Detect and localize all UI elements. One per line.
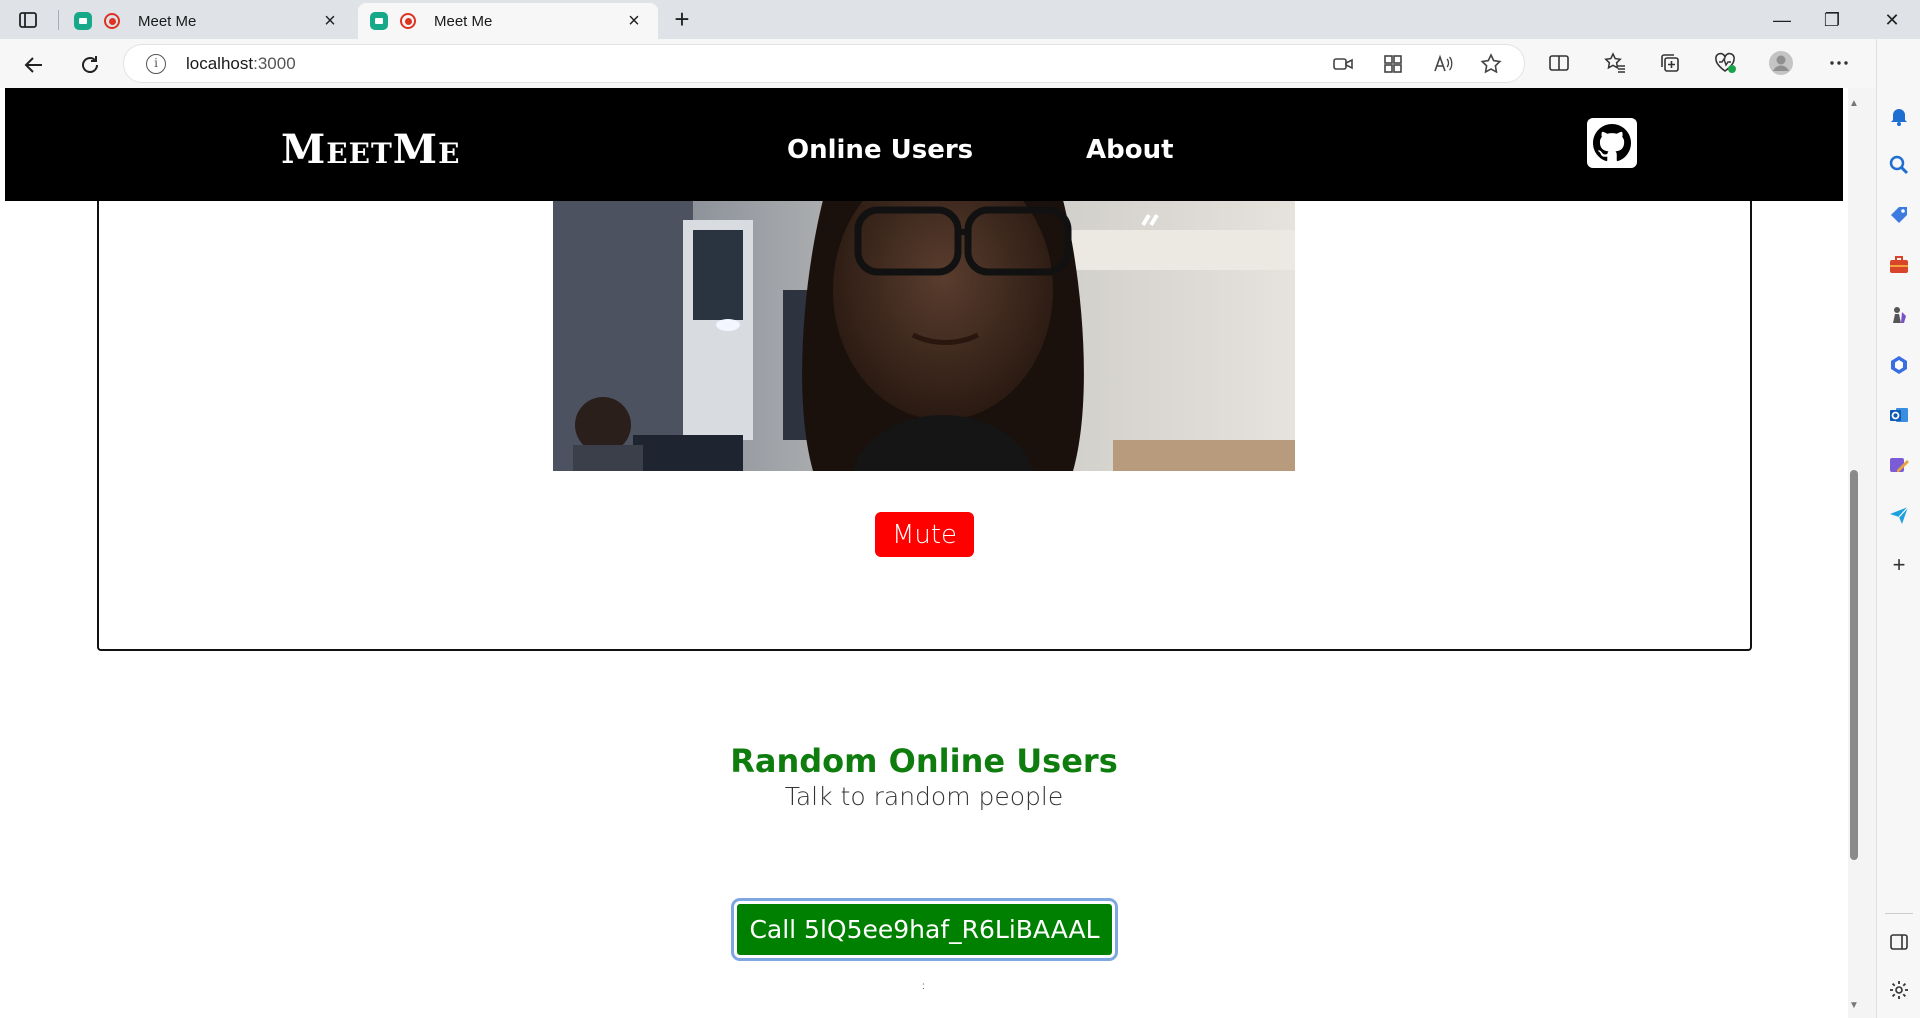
tab-meet-me-1[interactable]: Meet Me × [62,3,354,39]
scroll-up-icon[interactable]: ▲ [1849,98,1859,109]
site-navbar: MeetMe Online Users About [5,88,1843,201]
tab-title: Meet Me [434,12,493,30]
profile-icon[interactable] [1768,50,1794,76]
tab-separator [58,10,59,30]
url-text[interactable]: localhost:3000 [186,54,296,74]
local-video-feed [553,200,1295,471]
scroll-down-icon[interactable]: ▼ [1849,1000,1859,1011]
new-tab-button[interactable]: + [668,6,696,34]
settings-gear-icon[interactable] [1888,979,1910,1001]
browser-essentials-icon[interactable] [1712,50,1738,76]
footer-dot: : [922,981,925,992]
meet-app-favicon-icon [370,12,388,30]
restore-button[interactable]: ❐ [1812,6,1852,34]
add-sidebar-app-icon[interactable]: + [1888,554,1910,577]
read-aloud-icon[interactable] [1432,53,1454,75]
browser-window: Meet Me × Meet Me × + — ❐ ✕ i localhost:… [0,0,1920,1018]
microsoft-365-icon[interactable] [1888,354,1910,376]
shopping-tag-icon[interactable] [1888,204,1910,226]
sidebar-divider [1885,913,1913,914]
apps-icon[interactable] [1382,53,1404,75]
split-screen-icon[interactable] [1546,50,1572,76]
random-users-subtitle: Talk to random people [784,782,1064,811]
address-bar[interactable]: i localhost:3000 [124,45,1524,82]
designer-icon[interactable] [1888,454,1910,476]
nav-about[interactable]: About [1086,135,1174,165]
collections-icon[interactable] [1657,50,1683,76]
random-users-title: Random Online Users [730,742,1118,780]
search-icon[interactable] [1888,154,1910,176]
star-icon[interactable] [1480,53,1502,75]
url-port: :3000 [253,54,296,73]
browser-toolbar: i localhost:3000 [0,39,1920,88]
recording-icon [400,13,416,29]
tab-meet-me-2[interactable]: Meet Me × [358,3,658,39]
close-tab-icon[interactable]: × [624,10,644,32]
tab-actions-icon[interactable] [16,8,40,32]
close-tab-icon[interactable]: × [320,10,340,32]
video-camera-icon[interactable] [1332,53,1354,75]
site-logo[interactable]: MeetMe [281,126,460,173]
tab-strip: Meet Me × Meet Me × + — ❐ ✕ [0,0,1920,39]
close-window-button[interactable]: ✕ [1872,6,1912,34]
mute-button[interactable]: Mute [875,512,974,557]
site-info-icon[interactable]: i [146,54,166,74]
send-paper-plane-icon[interactable] [1888,504,1910,526]
scrollbar-thumb[interactable] [1850,470,1858,860]
more-icon[interactable] [1826,50,1852,76]
github-icon[interactable] [1587,118,1637,168]
minimize-button[interactable]: — [1762,6,1802,34]
outlook-icon[interactable] [1888,404,1910,426]
webcam-image [553,200,1295,471]
call-user-button[interactable]: Call 5lQ5ee9haf_R6LiBAAAL [731,898,1118,961]
hide-sidebar-icon[interactable] [1888,931,1910,953]
meet-app-favicon-icon [74,12,92,30]
games-chess-icon[interactable] [1888,304,1910,326]
favorites-icon[interactable] [1602,50,1628,76]
refresh-icon[interactable] [74,49,106,81]
tab-title: Meet Me [138,12,197,30]
nav-online-users[interactable]: Online Users [787,135,973,165]
edge-sidebar: + [1876,39,1920,1018]
notifications-bell-icon[interactable] [1888,105,1910,127]
url-host: localhost [186,54,254,73]
page-viewport: Mute Random Online Users Talk to random … [0,88,1848,1018]
tools-briefcase-icon[interactable] [1888,254,1910,276]
back-arrow-icon[interactable] [18,49,50,81]
recording-icon [104,13,120,29]
